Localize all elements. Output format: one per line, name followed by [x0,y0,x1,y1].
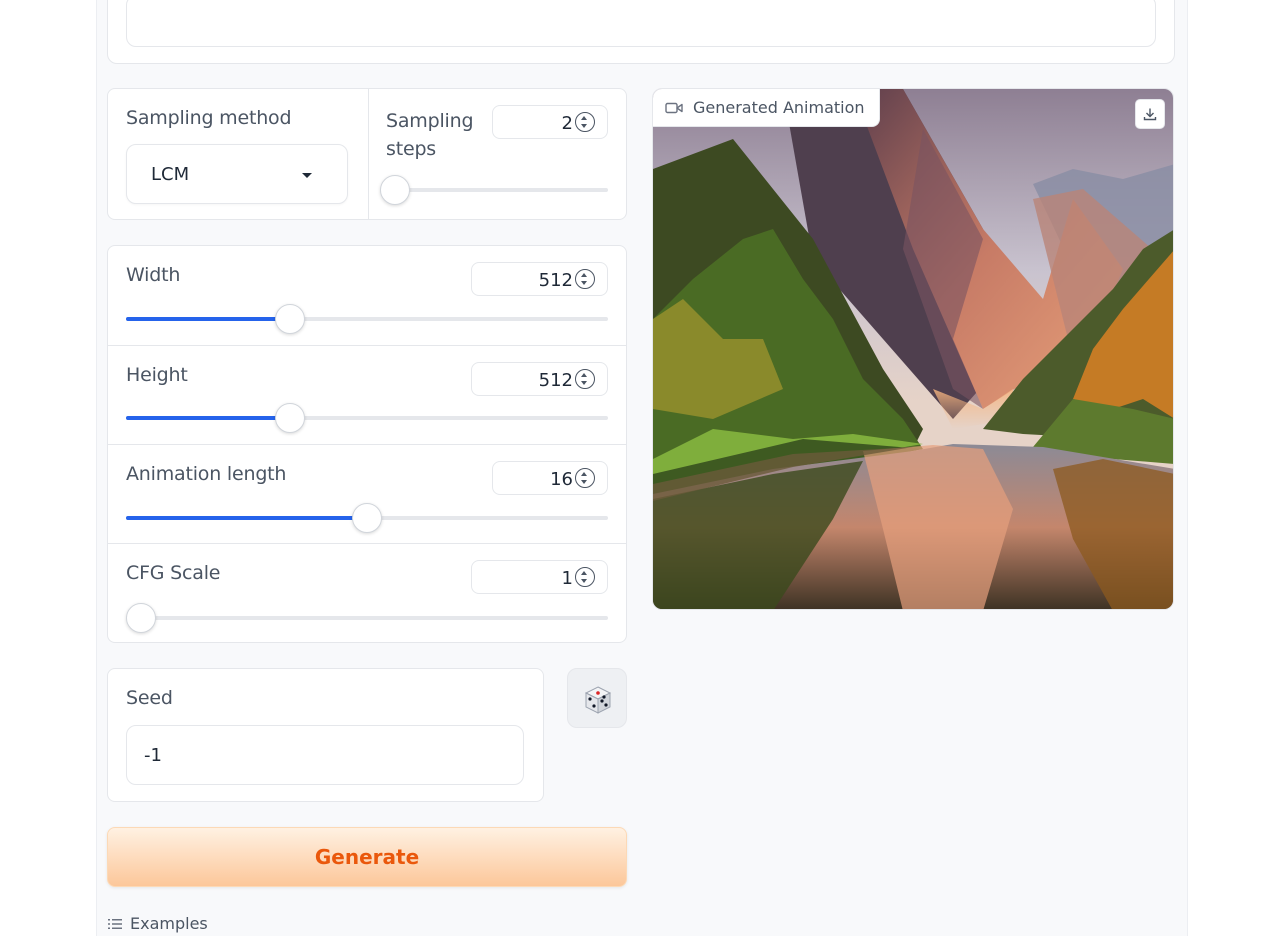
height-label: Height [126,364,188,386]
width-label: Width [126,264,181,286]
slider-thumb[interactable] [274,304,305,334]
cfg-scale-slider[interactable] [126,603,608,633]
height-value: 512 [538,370,573,391]
seed-input[interactable] [127,726,523,784]
divider [108,444,626,445]
sampling-method-label: Sampling method [126,107,292,129]
sampling-steps-label: Sampling steps [386,110,474,160]
sampling-method-value: LCM [151,164,190,185]
animation-length-label: Animation length [126,463,287,485]
dimensions-panel: Width 512 Height 512 Animation length 16… [107,245,627,643]
sampling-steps-value: 2 [561,113,573,134]
slider-fill [126,317,290,321]
video-camera-icon [665,102,683,113]
sampling-steps-input[interactable]: 2 [492,105,608,139]
animation-length-value: 16 [550,469,573,490]
cfg-scale-label: CFG Scale [126,562,221,584]
sampling-divider [368,89,369,219]
prompt-panel [107,0,1175,64]
cfg-scale-value: 1 [561,568,573,589]
landscape-animation-frame [653,89,1173,609]
divider [108,345,626,346]
spinner-icon[interactable] [575,468,595,488]
spinner-icon[interactable] [575,112,595,132]
download-button[interactable] [1135,99,1165,129]
seed-field[interactable] [126,725,524,785]
animation-length-slider[interactable] [126,503,608,533]
width-slider[interactable] [126,304,608,334]
animation-length-input[interactable]: 16 [492,461,608,495]
output-label: Generated Animation [653,89,880,127]
examples-toggle[interactable]: Examples [108,914,208,933]
download-icon [1143,108,1157,121]
seed-panel: Seed [107,668,544,802]
slider-thumb[interactable] [274,403,305,433]
slider-fill [126,516,367,520]
divider [108,543,626,544]
height-slider[interactable] [126,403,608,433]
sampling-panel: Sampling method LCM Sampling steps 2 [107,88,627,220]
slider-thumb[interactable] [126,603,156,633]
slider-fill [126,416,290,420]
cfg-scale-input[interactable]: 1 [471,560,608,594]
sampling-method-dropdown[interactable]: LCM [126,144,348,204]
width-value: 512 [538,270,573,291]
dice-icon [584,686,612,714]
generated-animation-output: Generated Animation [652,88,1174,610]
width-input[interactable]: 512 [471,262,608,296]
output-label-text: Generated Animation [693,98,865,117]
sampling-steps-slider[interactable] [379,175,608,205]
slider-thumb[interactable] [352,503,382,533]
chevron-down-icon [302,173,312,178]
random-seed-button[interactable] [567,668,627,728]
spinner-icon[interactable] [575,567,595,587]
height-input[interactable]: 512 [471,362,608,396]
spinner-icon[interactable] [575,369,595,389]
generate-button[interactable]: Generate [107,827,627,887]
list-icon [108,918,122,929]
examples-label: Examples [130,914,208,933]
slider-thumb[interactable] [379,175,410,205]
seed-label: Seed [126,687,173,709]
spinner-icon[interactable] [575,269,595,289]
prompt-textarea[interactable] [126,0,1156,47]
